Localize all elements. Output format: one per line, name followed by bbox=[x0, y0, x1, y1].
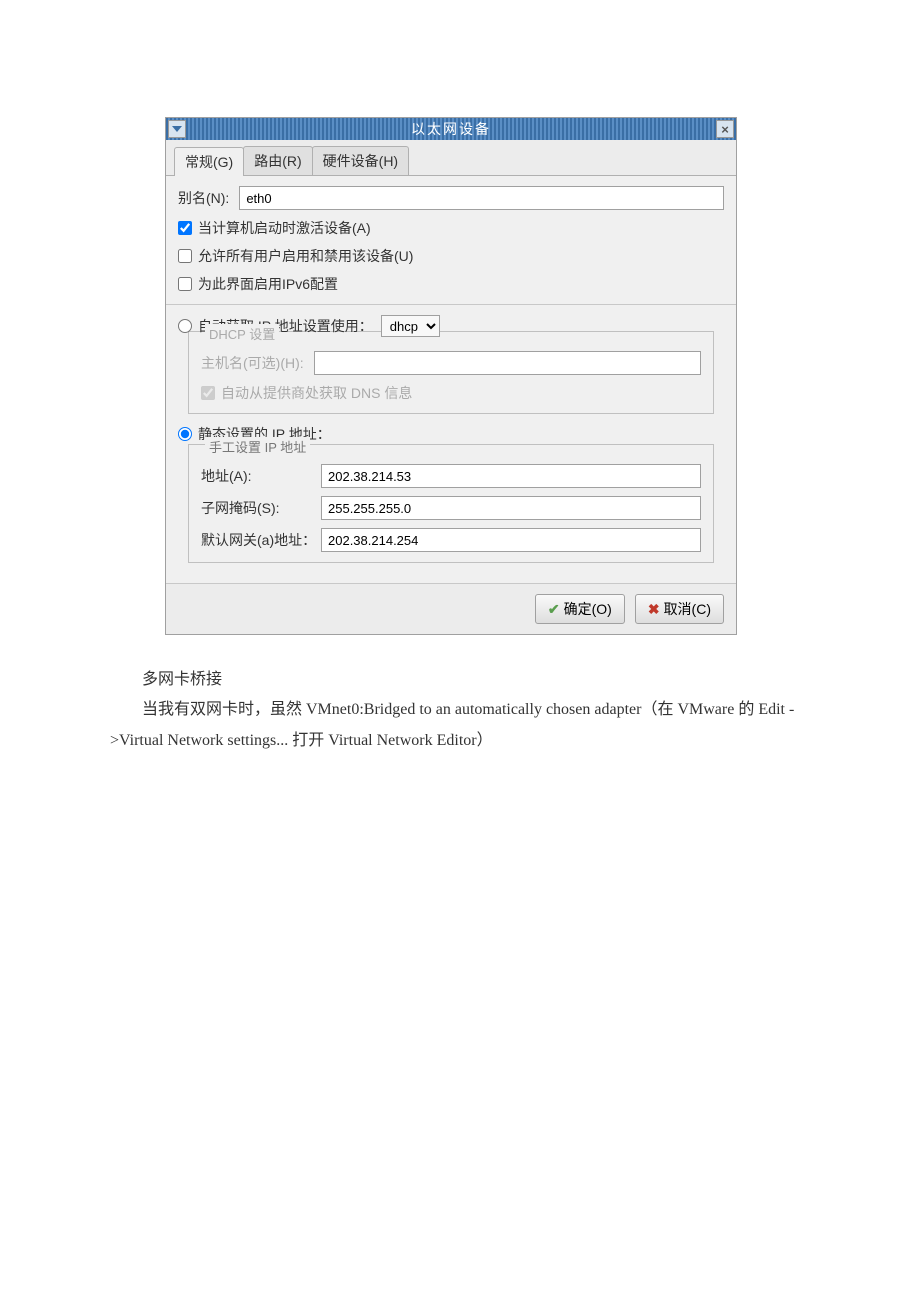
paragraph-2: 当我有双网卡时，虽然 VMnet0:Bridged to an automati… bbox=[110, 695, 820, 756]
activate-on-boot-label: 当计算机启动时激活设备(A) bbox=[198, 218, 371, 238]
dhcp-protocol-select[interactable]: dhcp bbox=[381, 315, 440, 337]
check-icon: ✔ bbox=[548, 601, 560, 618]
tab-general[interactable]: 常规(G) bbox=[174, 147, 244, 176]
hostname-label: 主机名(可选)(H): bbox=[201, 353, 304, 373]
static-radio[interactable] bbox=[178, 427, 192, 441]
dhcp-settings-fieldset: DHCP 设置 主机名(可选)(H): 自动从提供商处获取 DNS 信息 bbox=[188, 331, 714, 414]
alias-row: 别名(N): bbox=[178, 186, 724, 210]
tab-route[interactable]: 路由(R) bbox=[243, 146, 312, 175]
allow-all-users-checkbox[interactable] bbox=[178, 249, 192, 263]
cancel-button-label: 取消(C) bbox=[664, 599, 711, 619]
dhcp-radio[interactable] bbox=[178, 319, 192, 333]
activate-on-boot-row: 当计算机启动时激活设备(A) bbox=[178, 218, 724, 238]
allow-all-users-row: 允许所有用户启用和禁用该设备(U) bbox=[178, 246, 724, 266]
ok-button-label: 确定(O) bbox=[564, 599, 612, 619]
auto-dns-label: 自动从提供商处获取 DNS 信息 bbox=[221, 383, 412, 403]
cancel-button[interactable]: ✖ 取消(C) bbox=[635, 594, 724, 624]
subnet-label: 子网掩码(S): bbox=[201, 498, 321, 518]
address-input[interactable] bbox=[321, 464, 701, 488]
address-label: 地址(A): bbox=[201, 466, 321, 486]
paragraph-1: 多网卡桥接 bbox=[110, 665, 820, 695]
tab-bar: 常规(G) 路由(R) 硬件设备(H) bbox=[166, 140, 736, 176]
dhcp-fieldset-legend: DHCP 设置 bbox=[205, 324, 279, 343]
x-icon: ✖ bbox=[648, 601, 660, 618]
activate-on-boot-checkbox[interactable] bbox=[178, 221, 192, 235]
divider bbox=[166, 304, 736, 305]
gateway-label: 默认网关(a)地址： bbox=[201, 530, 321, 550]
gateway-input[interactable] bbox=[321, 528, 701, 552]
dialog-buttons: ✔ 确定(O) ✖ 取消(C) bbox=[166, 583, 736, 634]
hostname-input bbox=[314, 351, 701, 375]
article-text: 多网卡桥接 当我有双网卡时，虽然 VMnet0:Bridged to an au… bbox=[110, 665, 820, 756]
close-icon[interactable]: × bbox=[716, 120, 734, 138]
alias-label: 别名(N): bbox=[178, 188, 229, 208]
titlebar: 以太网设备 × bbox=[166, 118, 736, 140]
alias-input[interactable] bbox=[239, 186, 724, 210]
auto-dns-checkbox bbox=[201, 386, 215, 400]
manual-fieldset-legend: 手工设置 IP 地址 bbox=[205, 437, 310, 456]
allow-all-users-label: 允许所有用户启用和禁用该设备(U) bbox=[198, 246, 413, 266]
window-title: 以太网设备 bbox=[411, 119, 491, 139]
subnet-input[interactable] bbox=[321, 496, 701, 520]
enable-ipv6-checkbox[interactable] bbox=[178, 277, 192, 291]
tab-hardware[interactable]: 硬件设备(H) bbox=[312, 146, 409, 175]
enable-ipv6-label: 为此界面启用IPv6配置 bbox=[198, 274, 338, 294]
general-panel: 别名(N): 当计算机启动时激活设备(A) 允许所有用户启用和禁用该设备(U) … bbox=[166, 176, 736, 583]
dropdown-icon[interactable] bbox=[168, 120, 186, 138]
enable-ipv6-row: 为此界面启用IPv6配置 bbox=[178, 274, 724, 294]
manual-ip-fieldset: 手工设置 IP 地址 地址(A): 子网掩码(S): 默认网关(a)地址： bbox=[188, 444, 714, 563]
ethernet-device-window: 以太网设备 × 常规(G) 路由(R) 硬件设备(H) 别名(N): 当计算机启… bbox=[165, 117, 737, 635]
ok-button[interactable]: ✔ 确定(O) bbox=[535, 594, 625, 624]
